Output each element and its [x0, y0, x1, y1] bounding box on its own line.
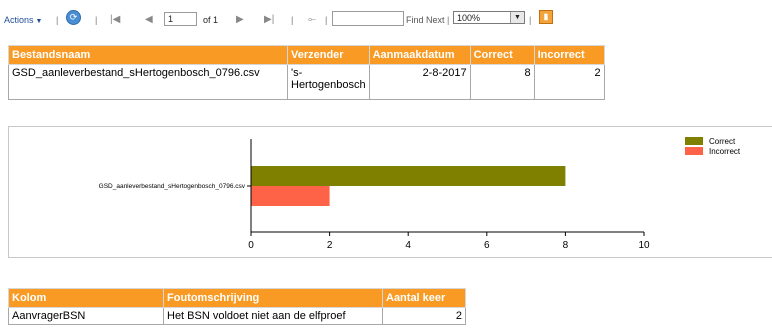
legend-swatch-incorrect: [685, 147, 703, 155]
document-map-icon[interactable]: ⟜: [308, 14, 316, 26]
summary-table: Bestandsnaam Verzender Aanmaakdatum Corr…: [8, 45, 605, 100]
zoom-value: 100%: [457, 13, 481, 23]
x-tick-label: 2: [327, 240, 333, 251]
column-header: Aanmaakdatum: [368, 45, 471, 65]
column-header: Incorrect: [533, 45, 605, 65]
legend-swatch-correct: [685, 137, 703, 145]
next-page-icon[interactable]: ▶: [236, 14, 244, 26]
x-tick-label: 6: [484, 240, 490, 251]
column-header: Foutomschrijving: [163, 288, 383, 308]
separator: |: [325, 15, 328, 25]
page-count: of 1: [203, 15, 219, 25]
table-cell: AanvragerBSN: [8, 307, 164, 325]
table-cell: 2: [382, 307, 466, 325]
separator: |: [56, 15, 59, 25]
x-tick-label: 4: [405, 240, 411, 251]
refresh-icon[interactable]: ⟳: [66, 10, 81, 25]
column-header: Aantal keer: [382, 288, 466, 308]
legend-label-incorrect: Incorrect: [709, 147, 741, 156]
bar-incorrect: [251, 186, 330, 206]
chart-container: GSD_aanleverbestand_sHertogenbosch_0796.…: [8, 126, 772, 258]
legend-label-correct: Correct: [709, 137, 736, 146]
column-header: Bestandsnaam: [8, 45, 288, 65]
chevron-down-icon: ▼: [35, 18, 43, 25]
first-page-icon[interactable]: |◀: [110, 14, 120, 26]
separator: |: [447, 15, 450, 25]
page-number-input[interactable]: 1: [164, 12, 197, 26]
table-row: GSD_aanleverbestand_sHertogenbosch_0796.…: [8, 64, 605, 100]
category-label: GSD_aanleverbestand_sHertogenbosch_0796.…: [99, 183, 246, 190]
last-page-icon[interactable]: ▶|: [264, 14, 274, 26]
x-tick-label: 8: [563, 240, 569, 251]
table-cell: GSD_aanleverbestand_sHertogenbosch_0796.…: [8, 64, 288, 100]
bar-chart: GSD_aanleverbestand_sHertogenbosch_0796.…: [99, 137, 741, 251]
x-tick-label: 10: [638, 240, 650, 251]
separator: |: [95, 15, 98, 25]
table-cell: 2-8-2017: [368, 64, 471, 100]
export-icon[interactable]: ▮: [539, 10, 553, 24]
table-cell: 8: [469, 64, 535, 100]
bar-correct: [251, 166, 566, 186]
table-cell: 2: [533, 64, 605, 100]
table-header-row: Kolom Foutomschrijving Aantal keer: [8, 288, 466, 308]
column-header: Correct: [469, 45, 535, 65]
x-tick-label: 0: [248, 240, 254, 251]
actions-label: Actions: [4, 15, 34, 25]
find-next-button[interactable]: Find Next: [406, 14, 445, 26]
actions-menu[interactable]: Actions ▼: [4, 14, 42, 28]
separator: |: [529, 15, 532, 25]
table-header-row: Bestandsnaam Verzender Aanmaakdatum Corr…: [8, 45, 605, 65]
table-cell: Het BSN voldoet niet aan de elfproef: [163, 307, 383, 325]
report-toolbar: Actions ▼ | ⟳ | |◀ ◀ 1 of 1 ▶ ▶| | ⟜ | Fi…: [0, 0, 772, 36]
table-cell: 's- Hertogenbosch: [287, 64, 370, 100]
chevron-down-icon[interactable]: ▼: [510, 12, 524, 23]
find-input[interactable]: [332, 11, 404, 26]
error-table: Kolom Foutomschrijving Aantal keer Aanvr…: [8, 288, 466, 325]
column-header: Verzender: [287, 45, 370, 65]
column-header: Kolom: [8, 288, 164, 308]
zoom-select[interactable]: 100% ▼: [453, 11, 525, 24]
table-row: AanvragerBSN Het BSN voldoet niet aan de…: [8, 307, 466, 325]
separator: |: [291, 15, 294, 25]
previous-page-icon[interactable]: ◀: [145, 14, 153, 26]
